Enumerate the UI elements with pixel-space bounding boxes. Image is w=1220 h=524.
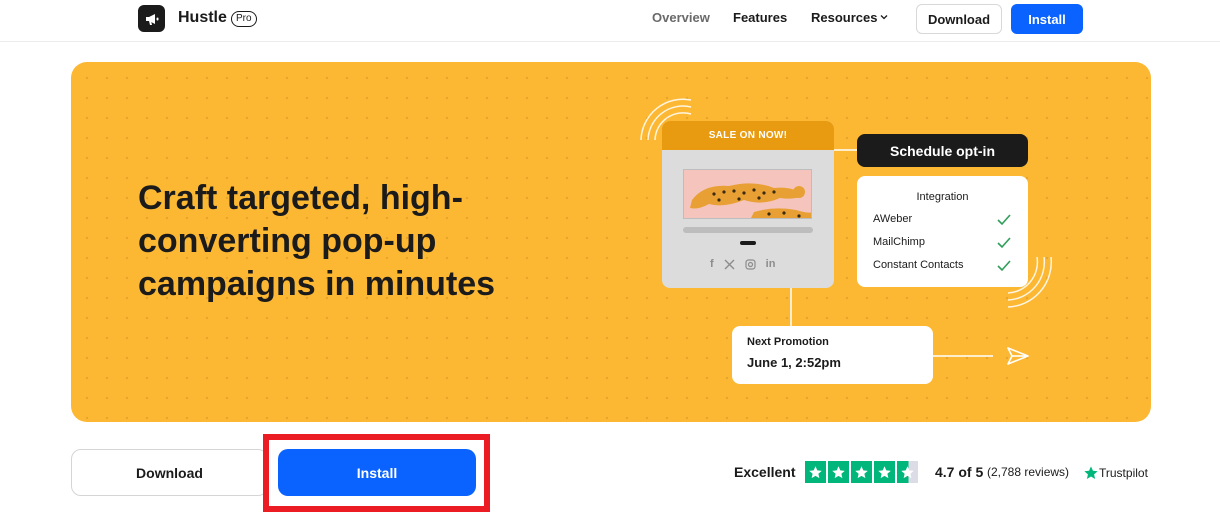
star-icon — [805, 461, 826, 483]
top-navigation: Hustle Pro Overview Features Resources D… — [0, 0, 1220, 42]
next-promotion-card: Next Promotion June 1, 2:52pm — [732, 326, 933, 384]
trustpilot-stars — [805, 461, 918, 483]
chevron-down-icon[interactable] — [880, 13, 888, 21]
popup-header: SALE ON NOW! — [662, 121, 834, 150]
instagram-icon — [745, 258, 756, 270]
star-icon — [874, 461, 895, 483]
check-icon — [997, 237, 1011, 249]
promotion-date: June 1, 2:52pm — [747, 355, 841, 370]
nav-download-button[interactable]: Download — [916, 4, 1002, 34]
trustpilot-logo[interactable]: Trustpilot — [1099, 466, 1148, 480]
popup-preview-card: SALE ON NOW! f in — [662, 121, 834, 288]
rating-score: 4.7 of 5 — [935, 464, 984, 480]
nav-link-features[interactable]: Features — [733, 10, 787, 25]
x-icon — [724, 259, 735, 269]
pro-badge: Pro — [231, 11, 257, 27]
nav-link-resources[interactable]: Resources — [811, 10, 877, 25]
check-icon — [997, 214, 1011, 226]
integration-item-mailchimp: MailChimp — [873, 236, 925, 248]
facebook-icon: f — [710, 258, 714, 270]
half-star-icon — [897, 461, 918, 483]
integration-title: Integration — [916, 191, 969, 203]
hustle-logo[interactable] — [138, 5, 165, 32]
schedule-optin-label: Schedule opt-in — [857, 134, 1028, 167]
nav-link-overview[interactable]: Overview — [652, 10, 710, 25]
linkedin-icon: in — [765, 258, 776, 270]
brand-name[interactable]: Hustle — [178, 9, 227, 27]
integration-card: Integration AWeber MailChimp Constant Co… — [857, 176, 1028, 287]
integration-item-aweber: AWeber — [873, 213, 913, 225]
review-count[interactable]: (2,788 reviews) — [987, 465, 1069, 479]
check-icon — [997, 260, 1011, 272]
trustpilot-star-icon — [1084, 466, 1098, 479]
cheetah-illustration — [690, 183, 811, 218]
hero-banner: Craft targeted, high-converting pop-up c… — [71, 62, 1151, 422]
star-icon — [851, 461, 872, 483]
integration-item-constant-contacts: Constant Contacts — [873, 259, 964, 271]
promotion-label: Next Promotion — [747, 336, 829, 348]
nav-install-button[interactable]: Install — [1011, 4, 1083, 34]
popup-text-placeholder — [683, 227, 813, 233]
install-button[interactable]: Install — [278, 449, 476, 496]
cheetah-image — [683, 169, 812, 219]
send-icon — [1007, 347, 1029, 365]
download-button[interactable]: Download — [71, 449, 268, 496]
popup-button-placeholder — [740, 241, 756, 245]
rating-word: Excellent — [734, 464, 796, 480]
social-icons: f in — [710, 256, 790, 272]
star-icon — [828, 461, 849, 483]
megaphone-icon — [145, 13, 158, 25]
